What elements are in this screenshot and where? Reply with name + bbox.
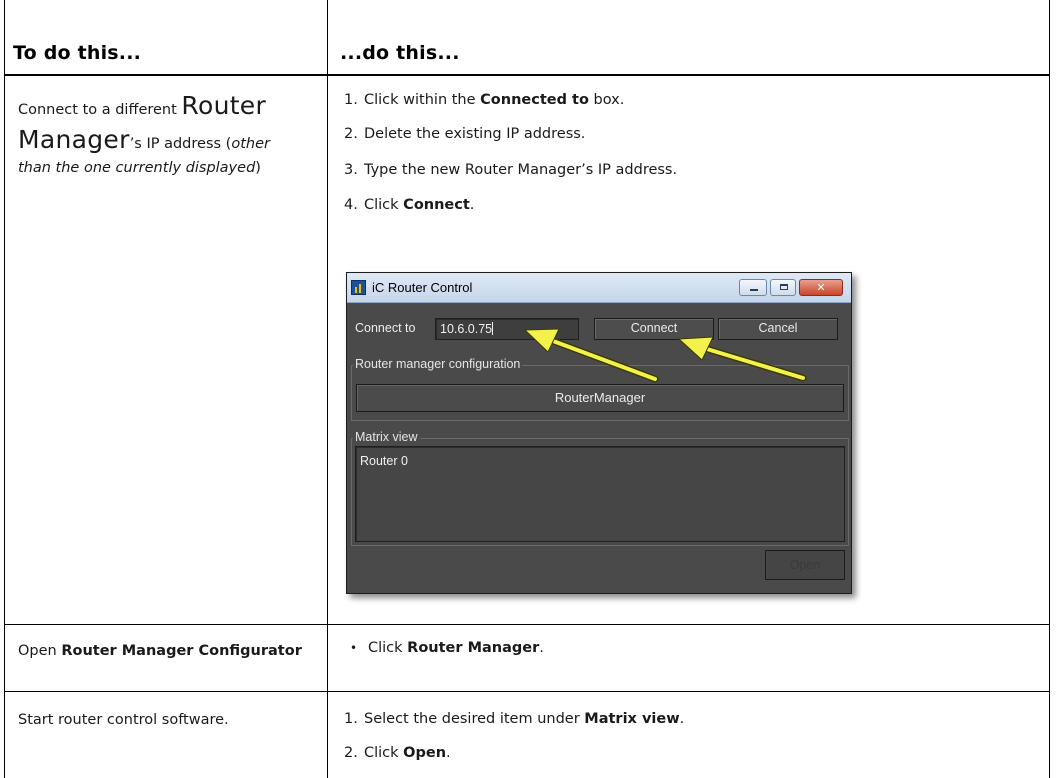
router-control-dialog: iC Router Control ✕ Connect to 10.6.0.75… <box>346 272 852 594</box>
row2-task: Open Router Manager Configurator <box>18 643 302 659</box>
connect-to-input[interactable]: 10.6.0.75 <box>435 318 579 340</box>
row1-task-italic-b: than the one currently displayed <box>18 160 256 176</box>
cancel-button[interactable]: Cancel <box>718 318 838 340</box>
router-manager-group-title: Router manager configuration <box>353 357 523 371</box>
row3-step-1: 1. Select the desired item under Matrix v… <box>344 711 685 727</box>
header-col2: ...do this... <box>340 42 460 64</box>
header-col1: To do this... <box>13 42 142 64</box>
row3-task: Start router control software. <box>18 712 229 728</box>
row1-step-4: 4. Click Connect. <box>344 197 475 213</box>
row2-step-1: • Click Router Manager. <box>350 640 544 656</box>
minimize-button[interactable] <box>739 279 767 296</box>
connect-to-label: Connect to <box>355 321 416 335</box>
matrix-list-item[interactable]: Router 0 <box>360 454 408 468</box>
router-manager-button[interactable]: RouterManager <box>356 384 844 412</box>
header-bottom-rule <box>4 74 1050 76</box>
dialog-titlebar[interactable]: iC Router Control ✕ <box>347 273 851 303</box>
close-icon: ✕ <box>816 281 826 294</box>
row3-step-2: 2. Click Open. <box>344 745 451 761</box>
row1-step-2: 2. Delete the existing IP address. <box>344 126 586 142</box>
matrix-view-group-title: Matrix view <box>353 430 420 444</box>
maximize-button[interactable] <box>770 279 796 296</box>
ip-value: 10.6.0.75 <box>440 322 493 336</box>
maximize-icon <box>780 284 788 290</box>
row1-task-italic-a: other <box>231 136 270 152</box>
row1-task-close: ) <box>255 160 261 176</box>
row-1-bottom-rule <box>4 624 1050 625</box>
row1-step-1: 1. Click within the Connected to box. <box>344 92 625 108</box>
matrix-view-list[interactable]: Router 0 <box>355 446 845 542</box>
table-left-border <box>4 0 5 778</box>
row1-step-3: 3. Type the new Router Manager’s IP addre… <box>344 162 678 178</box>
open-button[interactable]: Open <box>765 550 845 580</box>
row-2-bottom-rule <box>4 691 1050 692</box>
app-icon <box>351 280 366 295</box>
row1-task-big2: Manager <box>18 125 130 154</box>
dialog-title: iC Router Control <box>372 280 473 295</box>
column-divider <box>327 0 328 778</box>
connect-button[interactable]: Connect <box>594 318 714 340</box>
close-button[interactable]: ✕ <box>799 279 843 296</box>
row1-task-prefix: Connect to a different <box>18 102 182 118</box>
row1-task: Connect to a different Router Manager’s … <box>18 89 318 179</box>
row1-task-big1: Router <box>181 91 267 120</box>
row1-task-suffix: ’s IP address ( <box>129 136 232 152</box>
text-caret <box>492 322 494 335</box>
minimize-icon <box>750 289 758 291</box>
table-right-border <box>1049 0 1050 778</box>
